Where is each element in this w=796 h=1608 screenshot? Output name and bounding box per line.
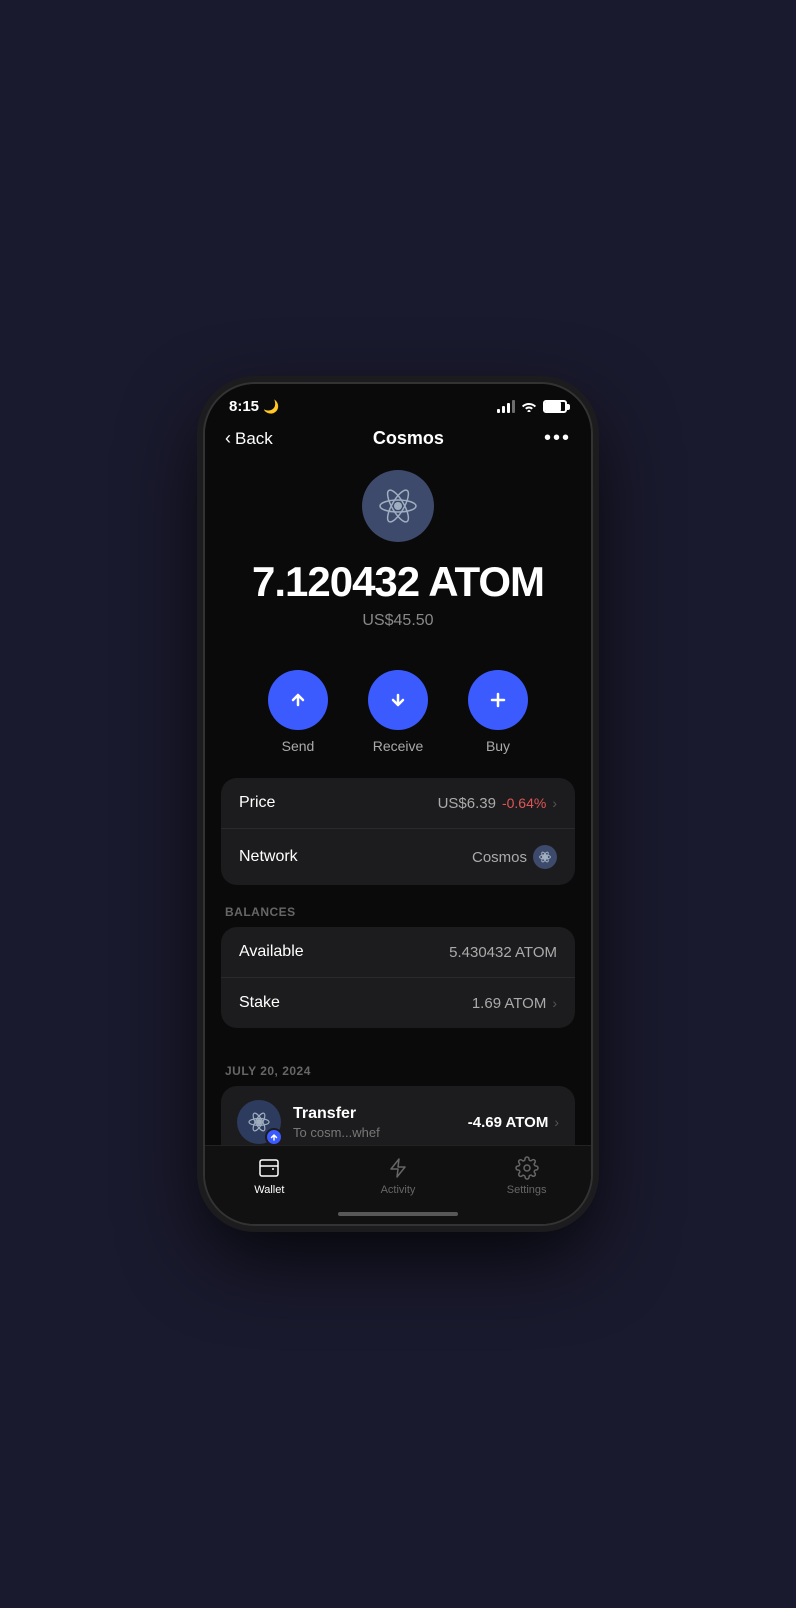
- buy-label: Buy: [486, 738, 510, 754]
- more-button[interactable]: •••: [544, 427, 571, 450]
- back-button[interactable]: ‹ Back: [225, 428, 273, 449]
- available-row: Available 5.430432 ATOM: [221, 927, 575, 977]
- status-time: 8:15: [229, 398, 259, 415]
- price-network-card: Price US$6.39 -0.64% › Network Cosmos: [221, 778, 575, 885]
- moon-icon: 🌙: [263, 399, 279, 415]
- balances-card: Available 5.430432 ATOM Stake 1.69 ATOM …: [221, 927, 575, 1028]
- tab-activity[interactable]: Activity: [358, 1156, 438, 1196]
- receive-button[interactable]: Receive: [368, 670, 428, 754]
- coin-icon: [362, 470, 434, 542]
- action-buttons: Send Receive Buy: [221, 650, 575, 778]
- network-label: Network: [239, 848, 298, 866]
- tab-settings-label: Settings: [507, 1184, 547, 1196]
- send-button[interactable]: Send: [268, 670, 328, 754]
- tx-sub-1: To cosm...whef: [293, 1125, 380, 1140]
- price-change: -0.64%: [502, 795, 546, 811]
- stake-row[interactable]: Stake 1.69 ATOM ›: [221, 977, 575, 1028]
- back-label: Back: [235, 429, 273, 449]
- scroll-content: 7.120432 ATOM US$45.50 Send: [205, 460, 591, 1170]
- network-value: Cosmos: [472, 845, 557, 869]
- send-label: Send: [282, 738, 315, 754]
- receive-label: Receive: [373, 738, 424, 754]
- tx-date-1: JULY 20, 2024: [221, 1048, 575, 1086]
- signal-bar-2: [502, 406, 505, 413]
- signal-bar-1: [497, 409, 500, 413]
- tab-settings[interactable]: Settings: [487, 1156, 567, 1196]
- nav-title: Cosmos: [373, 428, 444, 449]
- send-circle: [268, 670, 328, 730]
- signal-bars: [497, 400, 515, 413]
- price-value: US$6.39 -0.64% ›: [438, 795, 557, 812]
- price-chevron-icon: ›: [552, 795, 557, 811]
- battery-icon: [543, 400, 567, 413]
- coin-usd: US$45.50: [362, 612, 433, 630]
- phone-screen: 8:15 🌙: [205, 384, 591, 1224]
- balances-section-label: BALANCES: [221, 905, 575, 927]
- tx-right-1: -4.69 ATOM ›: [468, 1114, 559, 1131]
- tx-left-1: Transfer To cosm...whef: [237, 1100, 380, 1144]
- buy-button[interactable]: Buy: [468, 670, 528, 754]
- stake-value: 1.69 ATOM ›: [472, 995, 557, 1012]
- coin-amount: 7.120432 ATOM: [252, 558, 544, 606]
- available-value: 5.430432 ATOM: [449, 944, 557, 961]
- tx-info-1: Transfer To cosm...whef: [293, 1105, 380, 1140]
- tx-title-1: Transfer: [293, 1105, 380, 1123]
- available-label: Available: [239, 943, 304, 961]
- tab-activity-label: Activity: [381, 1184, 416, 1196]
- signal-bar-3: [507, 403, 510, 413]
- tx-badge-send: [265, 1128, 283, 1146]
- network-row[interactable]: Network Cosmos: [221, 828, 575, 885]
- tab-wallet-label: Wallet: [254, 1184, 284, 1196]
- stake-chevron-icon: ›: [552, 995, 557, 1011]
- buy-circle: [468, 670, 528, 730]
- network-icon: [533, 845, 557, 869]
- available-amount: 5.430432 ATOM: [449, 944, 557, 961]
- network-name: Cosmos: [472, 849, 527, 866]
- back-chevron-icon: ‹: [225, 428, 231, 449]
- phone-frame: 8:15 🌙: [203, 382, 593, 1226]
- home-indicator: [338, 1212, 458, 1216]
- status-icons: [497, 399, 567, 415]
- tx-chevron-1-icon: ›: [554, 1114, 559, 1130]
- tx-icon-wrap-1: [237, 1100, 281, 1144]
- coin-header: 7.120432 ATOM US$45.50: [221, 460, 575, 650]
- tab-wallet[interactable]: Wallet: [229, 1156, 309, 1196]
- wifi-icon: [521, 399, 537, 415]
- stake-amount: 1.69 ATOM: [472, 995, 546, 1012]
- price-label: Price: [239, 794, 275, 812]
- nav-header: ‹ Back Cosmos •••: [205, 421, 591, 460]
- receive-circle: [368, 670, 428, 730]
- signal-bar-4: [512, 400, 515, 413]
- price-amount: US$6.39: [438, 795, 496, 812]
- phone-notch: [333, 384, 463, 418]
- stake-label: Stake: [239, 994, 280, 1012]
- price-row[interactable]: Price US$6.39 -0.64% ›: [221, 778, 575, 828]
- tx-amount-1: -4.69 ATOM: [468, 1114, 549, 1131]
